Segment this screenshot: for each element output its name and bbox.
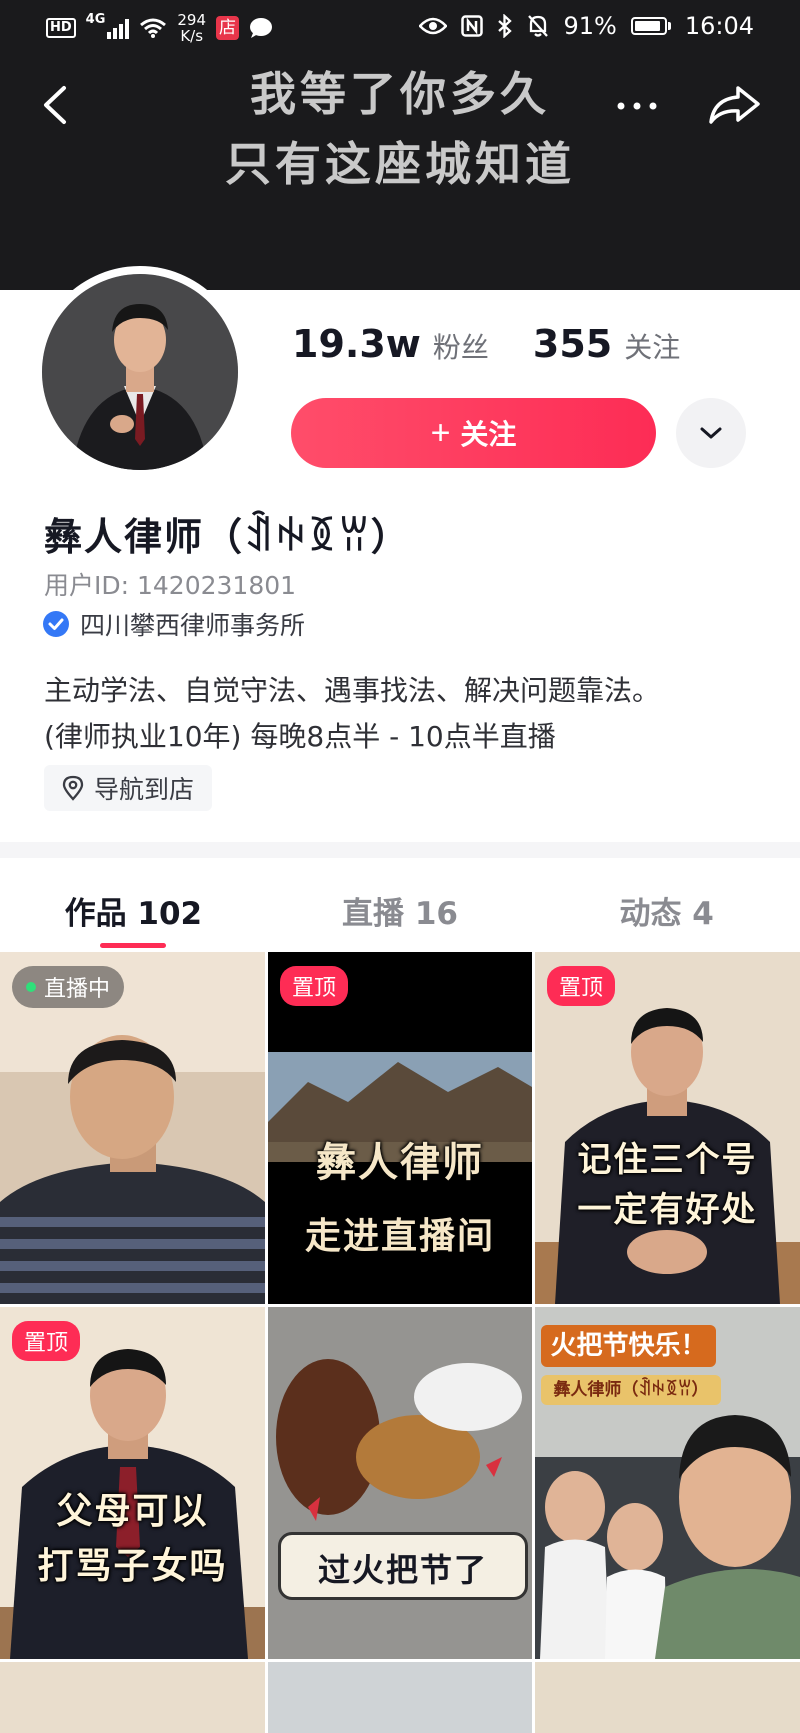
bluetooth-icon	[498, 14, 513, 38]
more-icon	[617, 102, 657, 110]
back-arrow-icon	[44, 86, 66, 124]
video-tile-live[interactable]: 直播中	[0, 952, 265, 1304]
chevron-down-icon	[700, 427, 722, 439]
video-overlay-title: 火把节快乐！	[541, 1325, 716, 1367]
status-bar: HD 4G 294 K/s 店 91% 16:04	[0, 0, 800, 56]
section-divider	[0, 842, 800, 858]
nfc-icon	[461, 15, 484, 37]
banner-text-line1: 我等了你多久	[250, 67, 550, 121]
followers-count[interactable]: 19.3w	[292, 322, 421, 366]
speed-unit: K/s	[180, 27, 204, 45]
network-speed: 294 K/s	[177, 12, 206, 44]
video-overlay-title: 父母可以	[56, 1491, 209, 1532]
video-caption-box: 过火把节了	[278, 1532, 528, 1600]
tab-works[interactable]: 作品 102	[0, 860, 267, 952]
video-overlay-subtitle: 彝人律师（ꀉꑭꅉꀕ）	[541, 1375, 721, 1405]
battery-percent: 91%	[563, 12, 617, 40]
location-pin-icon	[62, 775, 84, 801]
pinned-badge: 置顶	[280, 966, 349, 1006]
video-overlay-title: 记住三个号	[577, 1140, 758, 1180]
video-caption: 过火把节了	[317, 1551, 488, 1589]
bio-line1: 主动学法、自觉守法、遇事找法、解决问题靠法。	[44, 674, 661, 707]
signal-icon	[107, 17, 130, 39]
content-tabs: 作品 102 直播 16 动态 4	[0, 860, 800, 952]
pinned-badge: 置顶	[12, 1321, 81, 1361]
active-tab-indicator	[100, 943, 166, 948]
video-overlay-subtitle: 走进直播间	[304, 1216, 495, 1257]
hd-icon: HD	[46, 18, 76, 38]
network-type: 4G	[85, 12, 106, 27]
video-overlay-subtitle: 打骂子女吗	[37, 1546, 228, 1587]
recommend-toggle-button[interactable]	[676, 398, 746, 468]
follow-button-label: 关注	[460, 419, 517, 450]
avatar-image	[42, 274, 238, 470]
clock: 16:04	[684, 12, 754, 40]
plus-icon: +	[430, 414, 451, 452]
tab-live[interactable]: 直播 16	[267, 860, 534, 952]
following-count[interactable]: 355	[533, 322, 612, 366]
follow-button[interactable]: + 关注	[291, 398, 656, 468]
battery-icon	[630, 17, 671, 35]
pinned-badge: 置顶	[547, 966, 616, 1006]
profile-bio: 主动学法、自觉守法、遇事找法、解决问题靠法。 (律师执业10年) 每晚8点半 -…	[44, 668, 660, 760]
share-icon	[709, 86, 760, 124]
more-button[interactable]	[612, 86, 662, 126]
video-tile-festival-greeting[interactable]: 火把节快乐！ 彝人律师（ꀉꑭꅉꀕ）	[535, 1307, 800, 1659]
shop-notification-icon: 店	[216, 16, 240, 40]
video-tile-pinned-1[interactable]: 置顶 彝人律师 走进直播间	[268, 952, 532, 1304]
verified-org-name: 四川攀西律师事务所	[80, 611, 306, 640]
status-right: 91% 16:04	[419, 12, 754, 40]
tab-moments[interactable]: 动态 4	[533, 860, 800, 952]
profile-stats: 19.3w 粉丝 355 关注	[292, 322, 724, 366]
following-label[interactable]: 关注	[624, 326, 680, 366]
navigate-to-store-button[interactable]: 导航到店	[44, 765, 213, 811]
video-tile-torch-festival[interactable]: 过火把节了	[268, 1307, 532, 1659]
video-tile-partial[interactable]	[268, 1662, 532, 1733]
video-thumbnail	[268, 1307, 532, 1659]
video-grid: 直播中 置顶 彝人律师 走进直播间 置顶 记住三个号 一定有好处 置顶 父母可以…	[0, 952, 800, 1733]
profile-name: 彝人律师（ꀉꑭꅉꀕ）	[44, 515, 411, 559]
navigate-to-store-label: 导航到店	[94, 775, 195, 804]
verified-org[interactable]: 四川攀西律师事务所	[42, 606, 305, 642]
mute-bell-icon	[528, 15, 549, 37]
share-button[interactable]	[706, 82, 762, 128]
live-badge-label: 直播中	[44, 977, 111, 1002]
followers-label[interactable]: 粉丝	[433, 326, 489, 366]
avatar[interactable]	[42, 274, 238, 470]
user-id[interactable]: 用户ID: 1420231801	[44, 566, 296, 602]
video-tile-pinned-2[interactable]: 置顶 记住三个号 一定有好处	[535, 952, 800, 1304]
video-tile-partial[interactable]	[535, 1662, 800, 1733]
live-badge: 直播中	[12, 966, 125, 1008]
message-icon	[250, 18, 273, 38]
status-left: HD 4G 294 K/s 店	[46, 12, 273, 44]
video-overlay-title: 彝人律师	[316, 1140, 484, 1186]
wifi-icon	[140, 18, 167, 38]
video-tile-pinned-3[interactable]: 置顶 父母可以 打骂子女吗	[0, 1307, 265, 1659]
back-button[interactable]	[36, 82, 76, 128]
video-tile-partial[interactable]	[0, 1662, 265, 1733]
video-overlay-subtitle: 一定有好处	[577, 1190, 758, 1230]
verified-icon	[43, 611, 69, 637]
eye-icon	[419, 17, 448, 35]
live-indicator-dot	[26, 982, 36, 992]
banner-text-line2: 只有这座城知道	[225, 137, 575, 191]
bio-line2: (律师执业10年) 每晚8点半 - 10点半直播	[44, 720, 556, 753]
